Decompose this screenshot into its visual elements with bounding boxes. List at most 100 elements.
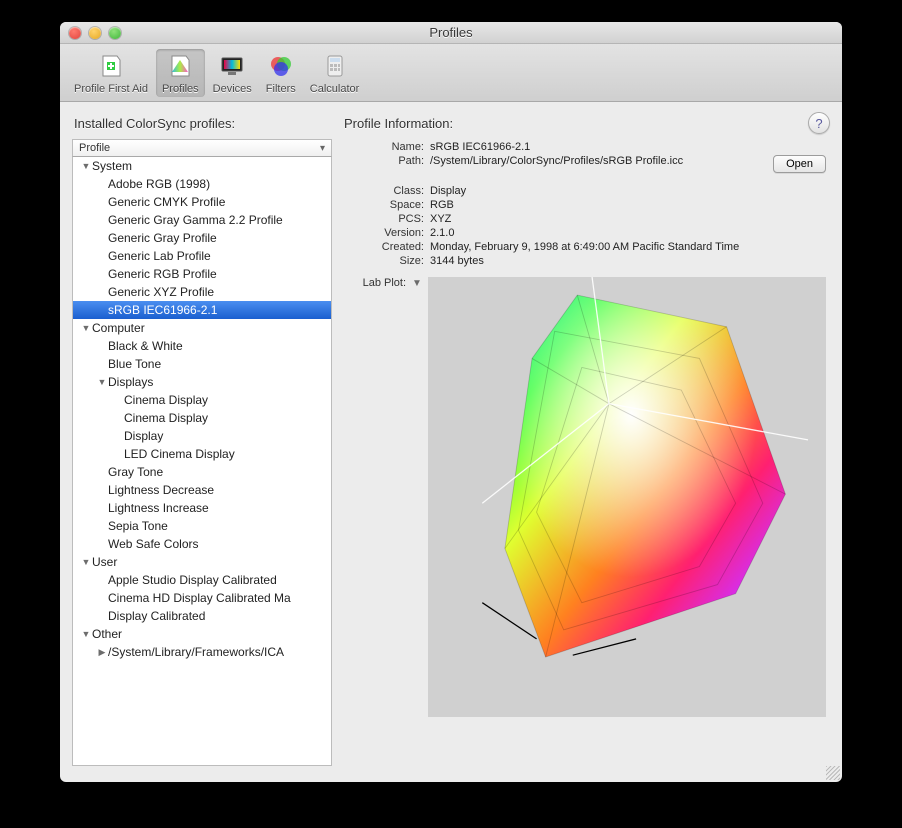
tree-label: sRGB IEC61966-2.1 [108,303,217,317]
pcs-value: XYZ [430,213,767,225]
size-label: Size: [360,255,424,267]
first-aid-icon [96,51,126,81]
version-value: 2.1.0 [430,227,767,239]
toolbar-label: Profile First Aid [74,83,148,95]
profile-info-label: Profile Information: [344,116,453,131]
tree-item[interactable]: Cinema HD Display Calibrated Ma [73,589,331,607]
tree-group[interactable]: ▶/System/Library/Frameworks/ICA [73,643,331,661]
lab-plot-disclosure-icon[interactable]: ▼ [412,278,422,289]
tree-label: Apple Studio Display Calibrated [108,573,277,587]
tree-label: System [92,159,132,173]
tree-item[interactable]: Cinema Display [73,391,331,409]
tree-item[interactable]: Lightness Increase [73,499,331,517]
tree-item[interactable]: LED Cinema Display [73,445,331,463]
tree-item[interactable]: Generic Gray Gamma 2.2 Profile [73,211,331,229]
disclosure-triangle-icon[interactable]: ▼ [81,557,91,567]
lab-plot-area[interactable] [428,277,826,717]
tree-label: Lightness Increase [108,501,209,515]
tree-item[interactable]: Cinema Display [73,409,331,427]
path-value: /System/Library/ColorSync/Profiles/sRGB … [430,155,767,173]
tree-item[interactable]: Generic XYZ Profile [73,283,331,301]
tree-item[interactable]: Display Calibrated [73,607,331,625]
tree-label: Sepia Tone [108,519,168,533]
tree-item[interactable]: Generic Gray Profile [73,229,331,247]
class-label: Class: [360,185,424,197]
class-value: Display [430,185,767,197]
toolbar-item-devices[interactable]: Devices [207,49,258,97]
disclosure-triangle-icon[interactable]: ▶ [97,647,107,658]
disclosure-triangle-icon[interactable]: ▼ [97,377,107,387]
gamut-plot-icon [428,277,826,675]
toolbar-label: Devices [213,83,252,95]
tree-label: Cinema Display [124,411,208,425]
lab-plot-label: Lab Plot: [358,277,406,289]
toolbar: Profile First Aid Profiles Devices Filte… [60,44,842,102]
tree-group[interactable]: ▼System [73,157,331,175]
disclosure-triangle-icon[interactable]: ▼ [81,323,91,333]
path-label: Path: [360,155,424,173]
tree-group[interactable]: ▼Displays [73,373,331,391]
tree-label: Gray Tone [108,465,163,479]
tree-label: User [92,555,117,569]
disclosure-triangle-icon[interactable]: ▼ [81,161,91,171]
tree-group[interactable]: ▼Computer [73,319,331,337]
toolbar-item-profiles[interactable]: Profiles [156,49,205,97]
tree-item[interactable]: Web Safe Colors [73,535,331,553]
window-title: Profiles [60,25,842,40]
tree-item[interactable]: Blue Tone [73,355,331,373]
space-label: Space: [360,199,424,211]
sort-indicator-icon: ▾ [320,143,325,154]
tree-item[interactable]: Display [73,427,331,445]
tree-group[interactable]: ▼User [73,553,331,571]
name-value: sRGB IEC61966-2.1 [430,141,767,153]
created-value: Monday, February 9, 1998 at 6:49:00 AM P… [430,241,767,253]
tree-label: Blue Tone [108,357,161,371]
content-area: Installed ColorSync profiles: Profile ▾ … [60,102,842,782]
tree-label: Other [92,627,122,641]
size-value: 3144 bytes [430,255,767,267]
tree-item[interactable]: Generic Lab Profile [73,247,331,265]
tree-label: Display Calibrated [108,609,205,623]
toolbar-item-profile-first-aid[interactable]: Profile First Aid [68,49,154,97]
tree-item[interactable]: Gray Tone [73,463,331,481]
tree-label: Generic CMYK Profile [108,195,225,209]
titlebar[interactable]: Profiles [60,22,842,44]
open-button[interactable]: Open [773,155,826,173]
tree-item[interactable]: sRGB IEC61966-2.1 [73,301,331,319]
toolbar-item-filters[interactable]: Filters [260,49,302,97]
tree-item[interactable]: Sepia Tone [73,517,331,535]
tree-label: Cinema Display [124,393,208,407]
tree-item[interactable]: Adobe RGB (1998) [73,175,331,193]
calculator-icon [320,51,350,81]
version-label: Version: [360,227,424,239]
tree-label: Displays [108,375,153,389]
toolbar-item-calculator[interactable]: Calculator [304,49,366,97]
profiles-window: Profiles Profile First Aid Profiles Devi… [60,22,842,782]
right-pane: Profile Information: ? Name: sRGB IEC619… [342,112,830,766]
tree-item[interactable]: Generic CMYK Profile [73,193,331,211]
tree-label: Web Safe Colors [108,537,199,551]
help-icon: ? [815,116,822,131]
tree-item[interactable]: Black & White [73,337,331,355]
toolbar-label: Calculator [310,83,360,95]
column-label: Profile [79,142,110,154]
disclosure-triangle-icon[interactable]: ▼ [81,629,91,639]
tree-label: Black & White [108,339,183,353]
tree-item[interactable]: Apple Studio Display Calibrated [73,571,331,589]
profile-tree[interactable]: ▼SystemAdobe RGB (1998)Generic CMYK Prof… [72,157,332,766]
lab-plot-row: Lab Plot: ▼ [358,277,830,717]
tree-group[interactable]: ▼Other [73,625,331,643]
tree-item[interactable]: Generic RGB Profile [73,265,331,283]
left-pane: Installed ColorSync profiles: Profile ▾ … [72,112,332,766]
tree-label: LED Cinema Display [124,447,235,461]
tree-label: Generic RGB Profile [108,267,217,281]
resize-grip-icon[interactable] [826,766,840,780]
tree-label: Generic Gray Gamma 2.2 Profile [108,213,283,227]
help-button[interactable]: ? [808,112,830,134]
profiles-icon [165,51,195,81]
tree-label: Computer [92,321,145,335]
tree-item[interactable]: Lightness Decrease [73,481,331,499]
toolbar-label: Filters [266,83,296,95]
profile-column-header[interactable]: Profile ▾ [72,139,332,157]
space-value: RGB [430,199,767,211]
